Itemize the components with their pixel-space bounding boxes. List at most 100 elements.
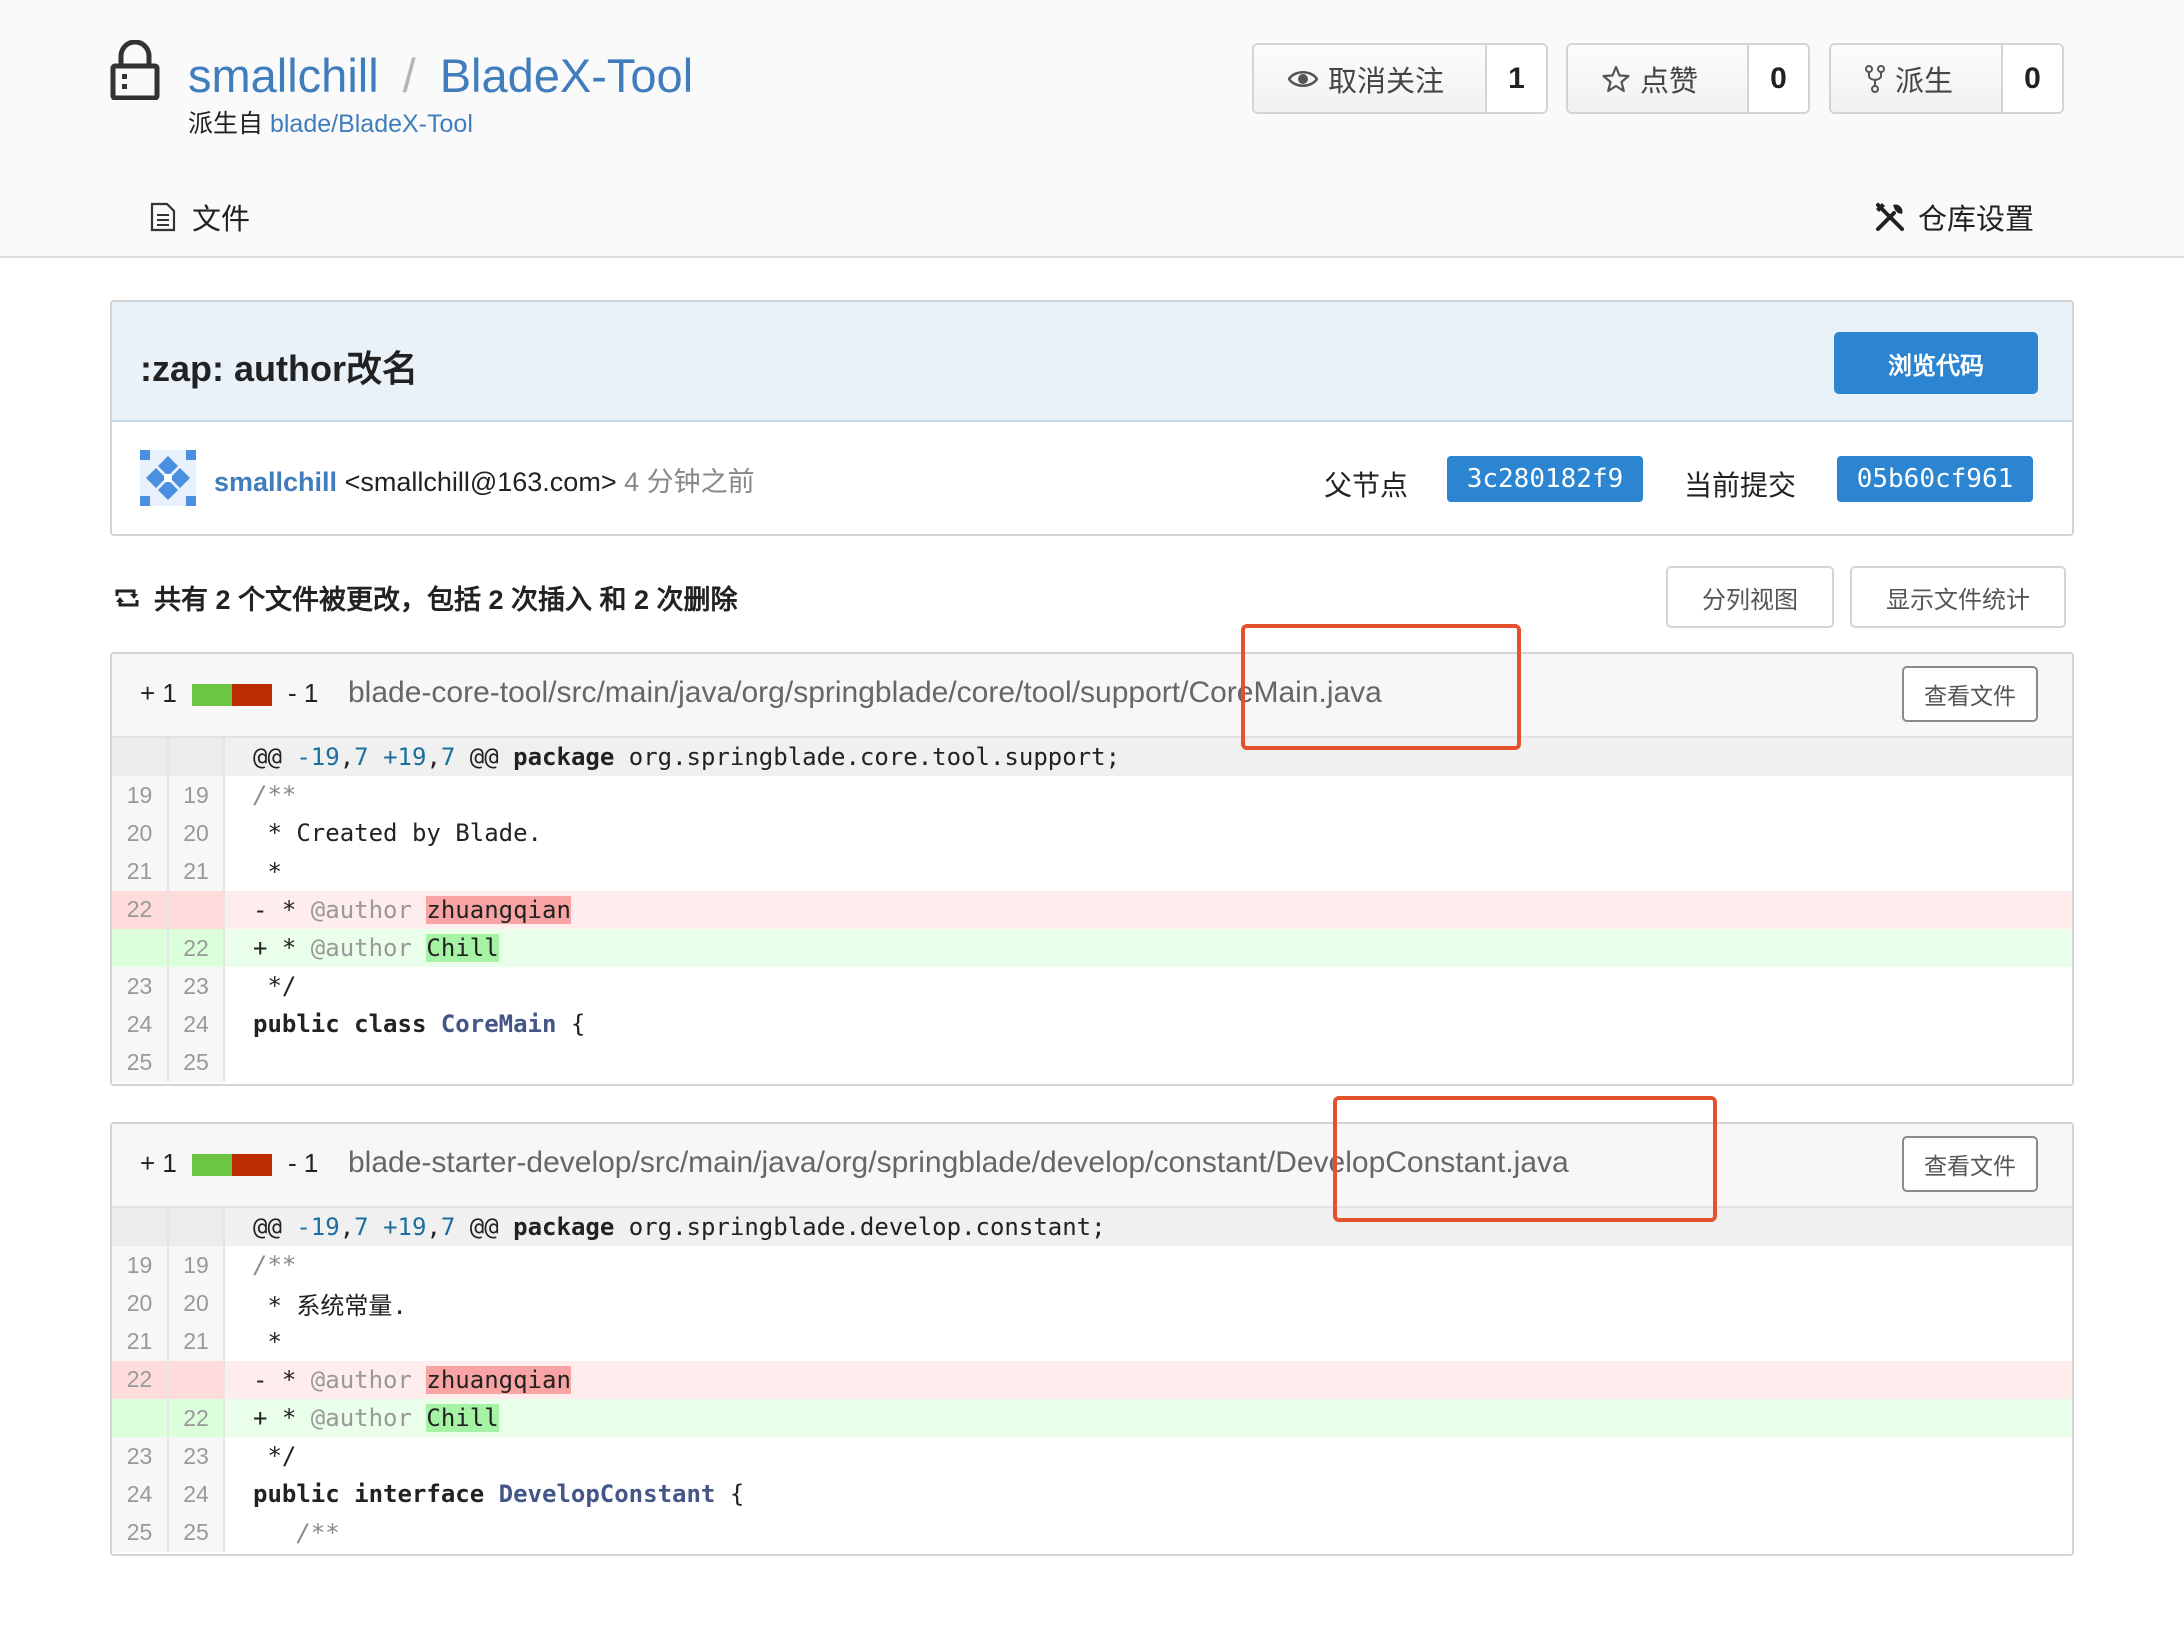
- repo-name-link[interactable]: BladeX-Tool: [440, 49, 693, 102]
- fork-icon: [1865, 64, 1885, 93]
- star-icon: [1602, 65, 1630, 92]
- nav-files-tab[interactable]: 文件: [150, 196, 250, 238]
- star-button-group: 点赞 0: [1566, 43, 1810, 114]
- diff-line: 21 21 *: [112, 1322, 2072, 1361]
- repo-owner-link[interactable]: smallchill: [188, 49, 379, 102]
- fork-source: 派生自 blade/BladeX-Tool: [188, 104, 473, 140]
- line-code: public class CoreMain {: [253, 1010, 586, 1039]
- old-line-number[interactable]: 23: [112, 967, 169, 1006]
- author-email: <smallchill@163.com>: [337, 467, 625, 497]
- line-code: /**: [253, 1251, 297, 1280]
- old-line-number[interactable]: 25: [112, 1043, 169, 1082]
- fork-prefix: 派生自: [188, 110, 270, 138]
- commit-author-line: smallchill <smallchill@163.com> 4 分钟之前: [214, 460, 755, 499]
- star-button[interactable]: 点赞: [1568, 45, 1749, 112]
- diff-code-table: @@ -19,7 +19,7 @@ package org.springblad…: [112, 1208, 2072, 1552]
- new-line-number[interactable]: 24: [168, 1005, 225, 1044]
- nav-settings-tab[interactable]: 仓库设置: [1874, 196, 2034, 238]
- diff-stat-bar: [192, 1154, 272, 1176]
- star-count[interactable]: 0: [1749, 45, 1808, 112]
- new-line-number[interactable]: 23: [168, 967, 225, 1006]
- eye-icon: [1288, 70, 1318, 87]
- new-line-number[interactable]: 23: [168, 1437, 225, 1476]
- new-line-number[interactable]: [168, 890, 225, 929]
- old-line-number[interactable]: [112, 1398, 169, 1438]
- retweet-icon: [115, 589, 139, 606]
- fork-button[interactable]: 派生: [1831, 45, 2003, 112]
- old-line-number[interactable]: 22: [112, 1360, 169, 1399]
- diff-file-path[interactable]: blade-core-tool/src/main/java/org/spring…: [348, 676, 1382, 710]
- tools-icon: [1876, 203, 1904, 231]
- watch-count[interactable]: 1: [1487, 45, 1546, 112]
- new-line-number[interactable]: 19: [168, 1246, 225, 1285]
- diff-summary: 共有 2 个文件被更改，包括 2 次插入 和 2 次删除: [112, 578, 738, 617]
- new-line-number[interactable]: 21: [168, 1322, 225, 1361]
- diff-line: 25 25: [112, 1043, 2072, 1082]
- old-line-number[interactable]: 19: [112, 1246, 169, 1285]
- line-code: - * @author zhuangqian: [224, 890, 2072, 929]
- commit-meta: smallchill <smallchill@163.com> 4 分钟之前 父…: [112, 422, 2072, 534]
- line-code: [224, 1044, 2072, 1082]
- fork-count[interactable]: 0: [2003, 45, 2062, 112]
- current-sha-button[interactable]: 05b60cf961: [1837, 456, 2033, 502]
- old-line-number[interactable]: 20: [112, 1284, 169, 1323]
- nav-files-label: 文件: [192, 204, 251, 236]
- view-file-button[interactable]: 查看文件: [1902, 666, 2038, 722]
- show-file-stats-button[interactable]: 显示文件统计: [1850, 566, 2066, 628]
- diff-line: 23 23 */: [112, 1437, 2072, 1476]
- new-line-number[interactable]: 20: [168, 814, 225, 853]
- line-code: *: [253, 857, 282, 886]
- commit-header: :zap: author改名 浏览代码: [112, 302, 2072, 422]
- diff-line: 23 23 */: [112, 967, 2072, 1006]
- line-code: + * @author Chill: [224, 928, 2072, 968]
- diff-stat-bar: [192, 684, 272, 706]
- new-line-number[interactable]: 19: [168, 776, 225, 815]
- deleted-line: 22 - * @author zhuangqian: [112, 890, 2072, 929]
- deleted-line: 22 - * @author zhuangqian: [112, 1360, 2072, 1399]
- unwatch-button[interactable]: 取消关注: [1254, 45, 1487, 112]
- new-line-number[interactable]: 22: [168, 928, 225, 968]
- browse-code-button[interactable]: 浏览代码: [1834, 332, 2038, 394]
- commit-box: :zap: author改名 浏览代码 smallchill <smallchi…: [110, 300, 2074, 536]
- split-view-button[interactable]: 分列视图: [1666, 566, 1834, 628]
- additions-count: + 1: [140, 678, 177, 708]
- line-code: *: [253, 1327, 282, 1356]
- fork-source-link[interactable]: blade/BladeX-Tool: [270, 110, 473, 138]
- new-line-number[interactable]: 24: [168, 1475, 225, 1514]
- old-line-number[interactable]: 22: [112, 890, 169, 929]
- line-code: * 系统常量.: [253, 1291, 407, 1320]
- new-line-number[interactable]: 21: [168, 852, 225, 891]
- lock-icon: [110, 40, 160, 100]
- old-line-number[interactable]: 24: [112, 1475, 169, 1514]
- old-line-number[interactable]: 21: [112, 1322, 169, 1361]
- old-line-number[interactable]: [112, 928, 169, 968]
- hunk-header-row: @@ -19,7 +19,7 @@ package org.springblad…: [112, 738, 2072, 777]
- line-code: - * @author zhuangqian: [224, 1360, 2072, 1399]
- new-line-number[interactable]: 25: [168, 1513, 225, 1552]
- new-line-number[interactable]: 20: [168, 1284, 225, 1323]
- deletions-count: - 1: [288, 1148, 319, 1178]
- commit-message: :zap: author改名: [140, 348, 418, 389]
- new-line-number[interactable]: 25: [168, 1043, 225, 1082]
- old-line-number[interactable]: 23: [112, 1437, 169, 1476]
- new-line-number[interactable]: 22: [168, 1398, 225, 1438]
- diff-file-path[interactable]: blade-starter-develop/src/main/java/org/…: [348, 1146, 1569, 1180]
- author-name-link[interactable]: smallchill: [214, 467, 337, 497]
- parent-sha-button[interactable]: 3c280182f9: [1447, 456, 1643, 502]
- old-line-number[interactable]: 24: [112, 1005, 169, 1044]
- new-line-number[interactable]: [168, 1360, 225, 1399]
- avatar[interactable]: [140, 450, 196, 506]
- hunk-header: @@ -19,7 +19,7 @@ package org.springblad…: [224, 738, 2072, 777]
- hunk-header: @@ -19,7 +19,7 @@ package org.springblad…: [224, 1208, 2072, 1247]
- old-line-number[interactable]: 25: [112, 1513, 169, 1552]
- diff-file-header: + 1 - 1 blade-core-tool/src/main/java/or…: [112, 654, 2072, 738]
- diff-file: + 1 - 1 blade-core-tool/src/main/java/or…: [110, 652, 2074, 1086]
- diff-line: 21 21 *: [112, 852, 2072, 891]
- diff-line: 24 24 public class CoreMain {: [112, 1005, 2072, 1044]
- view-file-button[interactable]: 查看文件: [1902, 1136, 2038, 1192]
- star-label: 点赞: [1640, 65, 1699, 98]
- old-line-number[interactable]: 20: [112, 814, 169, 853]
- old-line-number[interactable]: 19: [112, 776, 169, 815]
- old-line-number[interactable]: 21: [112, 852, 169, 891]
- diff-summary-text: 共有 2 个文件被更改，包括 2 次插入 和 2 次删除: [154, 585, 738, 615]
